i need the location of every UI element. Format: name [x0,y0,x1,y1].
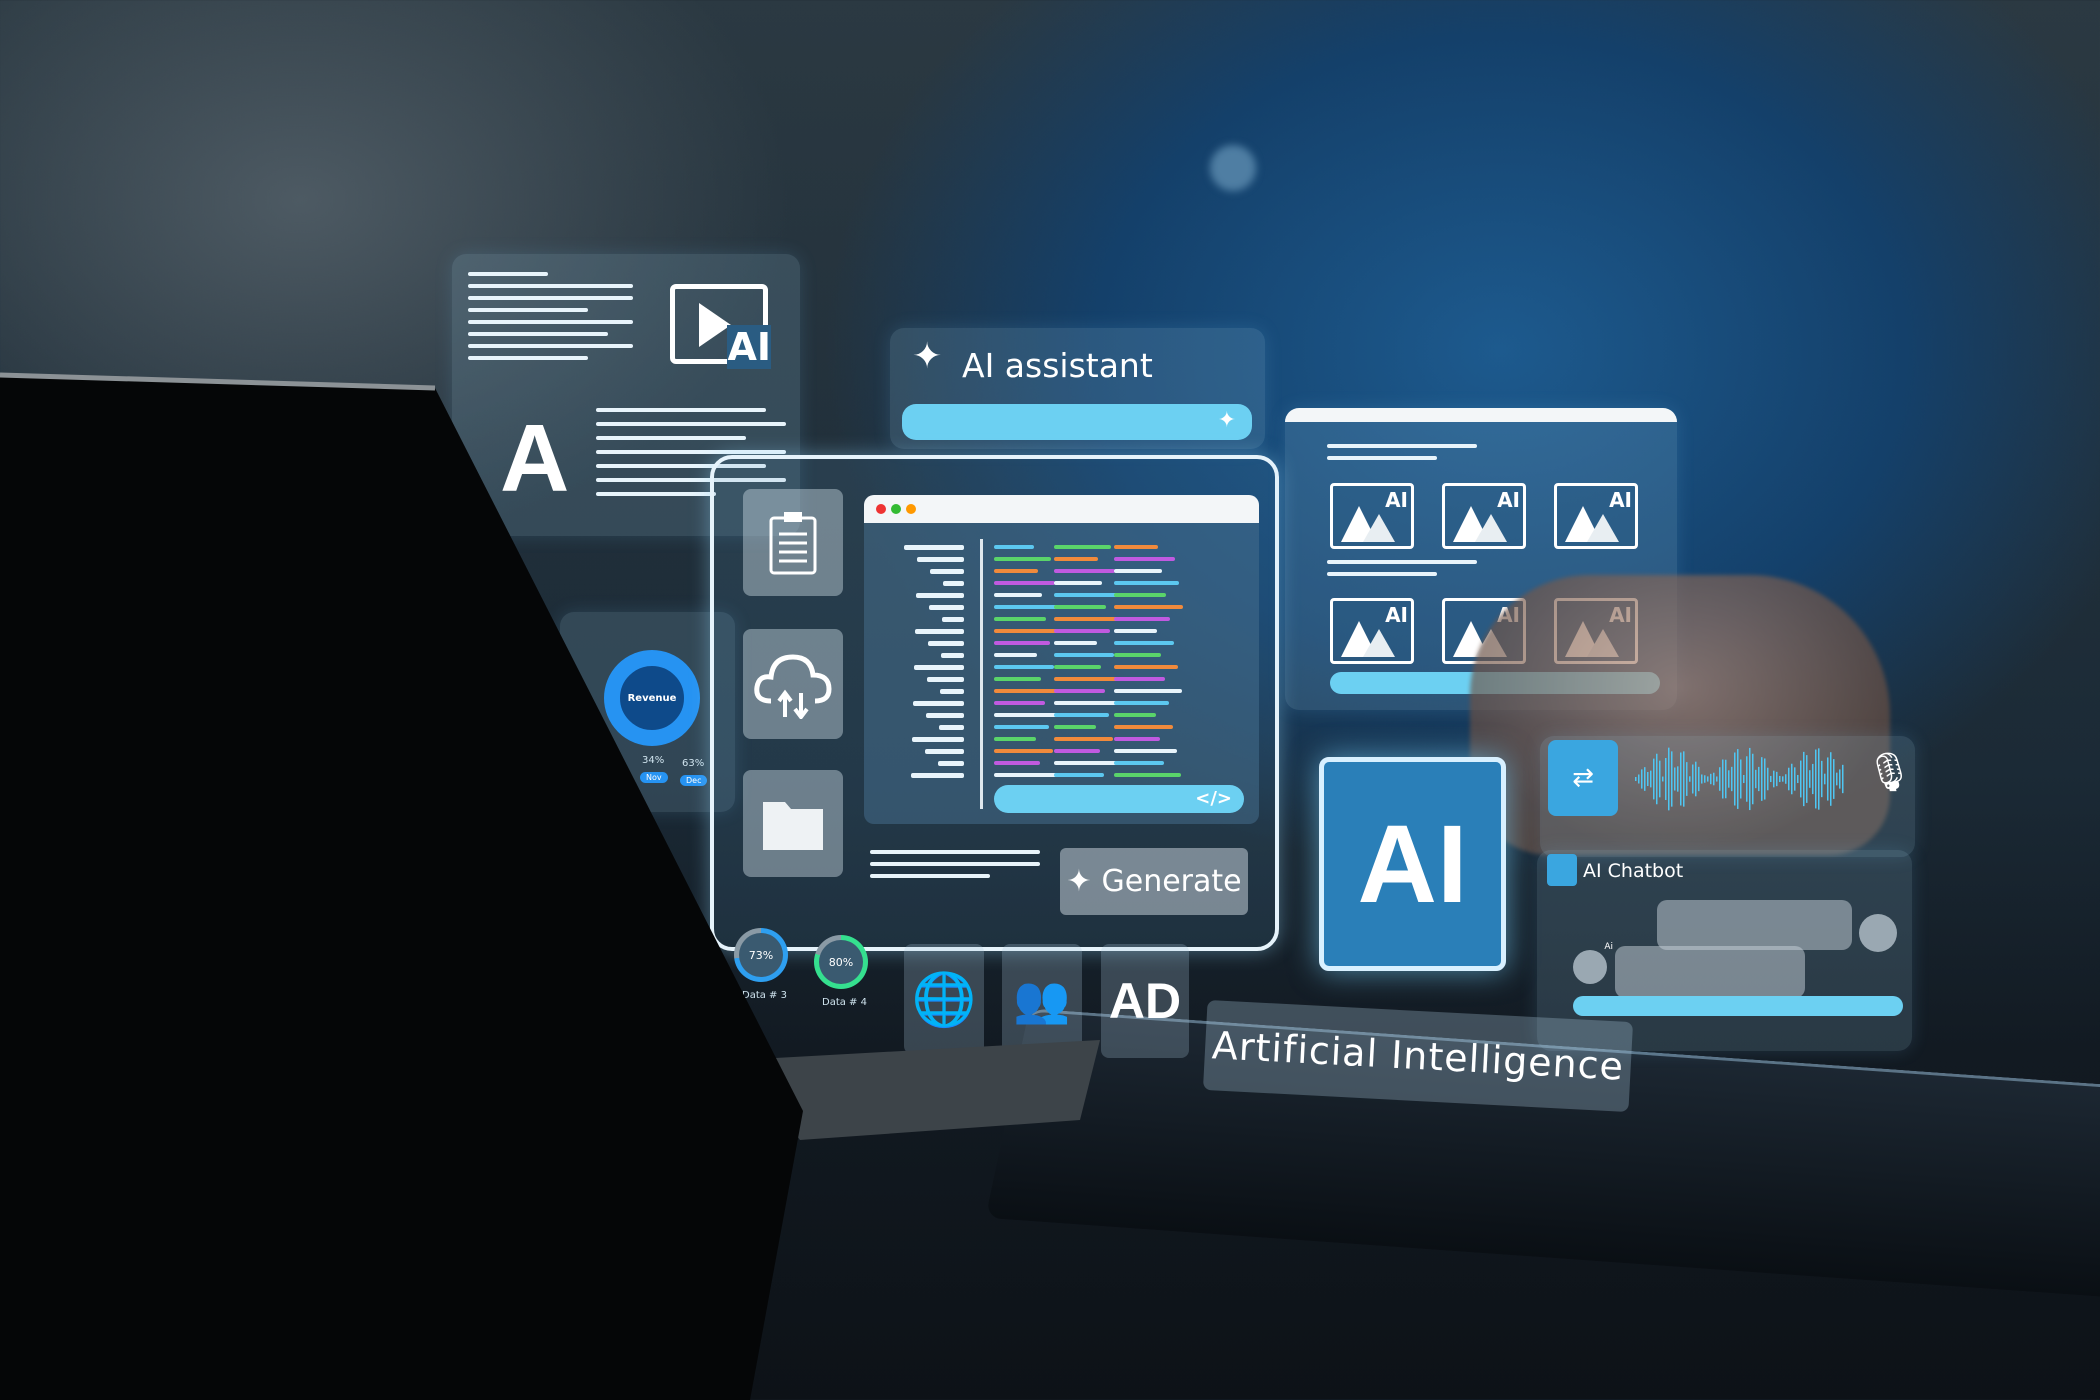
laptop [0,372,1100,1400]
